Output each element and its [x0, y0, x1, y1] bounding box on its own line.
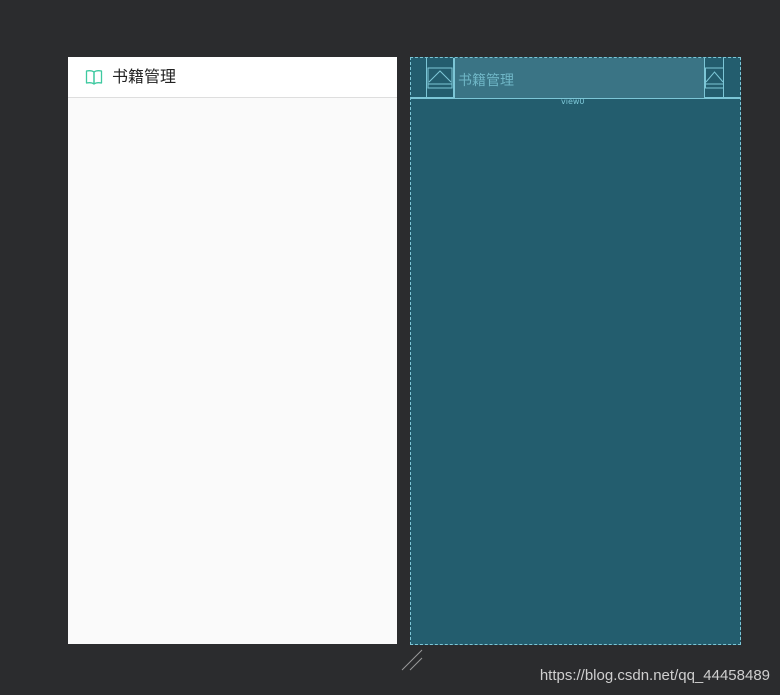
toolbar[interactable]: 书籍管理: [68, 57, 397, 98]
resize-handle-icon[interactable]: [400, 648, 426, 674]
design-preview[interactable]: 书籍管理: [68, 57, 397, 644]
toolbar-title: 书籍管理: [112, 67, 177, 86]
blueprint-preview[interactable]: 书籍管理 view0: [410, 57, 741, 645]
blueprint-toolbar[interactable]: 书籍管理: [411, 58, 740, 99]
blueprint-menu-slot[interactable]: [705, 58, 724, 98]
open-book-icon: [85, 70, 103, 85]
watermark: https://blog.csdn.net/qq_44458489: [539, 667, 770, 684]
blueprint-title-box[interactable]: 书籍管理: [454, 58, 705, 98]
blueprint-title: 书籍管理: [458, 73, 514, 89]
blueprint-icon-slot[interactable]: [426, 58, 454, 98]
blueprint-image-icon: [427, 67, 453, 89]
blueprint-view-label: view0: [561, 97, 585, 106]
blueprint-image-icon: [705, 67, 724, 89]
